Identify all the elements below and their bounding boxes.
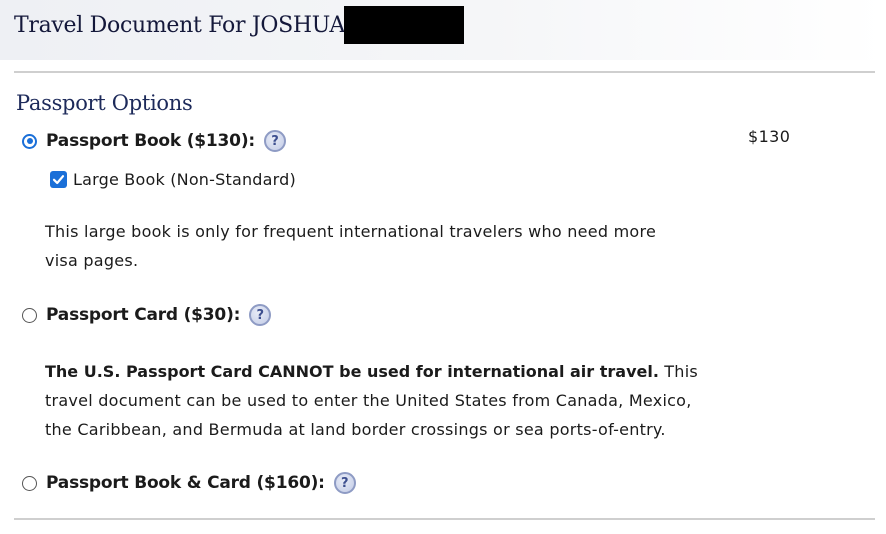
page-title: Travel Document For JOSHUA: [14, 13, 345, 38]
passport-book-description: This large book is only for frequent int…: [45, 217, 656, 275]
question-circle-icon[interactable]: ?: [333, 472, 356, 494]
description-line: visa pages.: [45, 251, 139, 270]
passport-book-radio[interactable]: [22, 133, 37, 149]
passport-card-option[interactable]: Passport Card ($30): ?: [22, 302, 272, 328]
description-warning: The U.S. Passport Card CANNOT be used fo…: [45, 362, 659, 381]
description-line: This large book is only for frequent int…: [45, 222, 657, 241]
passport-book-label: Passport Book ($130):: [46, 131, 255, 151]
description-line: The U.S. Passport Card CANNOT be used fo…: [45, 357, 698, 386]
large-book-label: Large Book (Non-Standard): [73, 170, 296, 189]
large-book-checkbox[interactable]: [50, 171, 67, 188]
selected-price: $130: [748, 127, 791, 146]
section-title: Passport Options: [16, 91, 193, 115]
passport-card-description: The U.S. Passport Card CANNOT be used fo…: [45, 357, 698, 444]
question-circle-icon[interactable]: ?: [249, 304, 272, 326]
passport-card-label: Passport Card ($30):: [46, 305, 241, 325]
description-line: the Caribbean, and Bermuda at land borde…: [45, 420, 666, 439]
description-text: This: [658, 362, 698, 381]
question-circle-icon[interactable]: ?: [263, 130, 286, 152]
passport-book-option[interactable]: Passport Book ($130): ?: [22, 128, 286, 154]
description-line: travel document can be used to enter the…: [45, 391, 692, 410]
checkmark-icon: [52, 175, 65, 185]
passport-book-and-card-option[interactable]: Passport Book & Card ($160): ?: [22, 470, 356, 496]
bottom-divider: [14, 518, 875, 520]
passport-card-radio[interactable]: [22, 307, 37, 323]
passport-book-and-card-radio[interactable]: [22, 475, 37, 491]
large-book-checkbox-row[interactable]: Large Book (Non-Standard): [50, 170, 296, 189]
redacted-name-block: [344, 6, 464, 44]
passport-book-and-card-label: Passport Book & Card ($160):: [46, 473, 325, 493]
top-divider: [14, 71, 875, 73]
